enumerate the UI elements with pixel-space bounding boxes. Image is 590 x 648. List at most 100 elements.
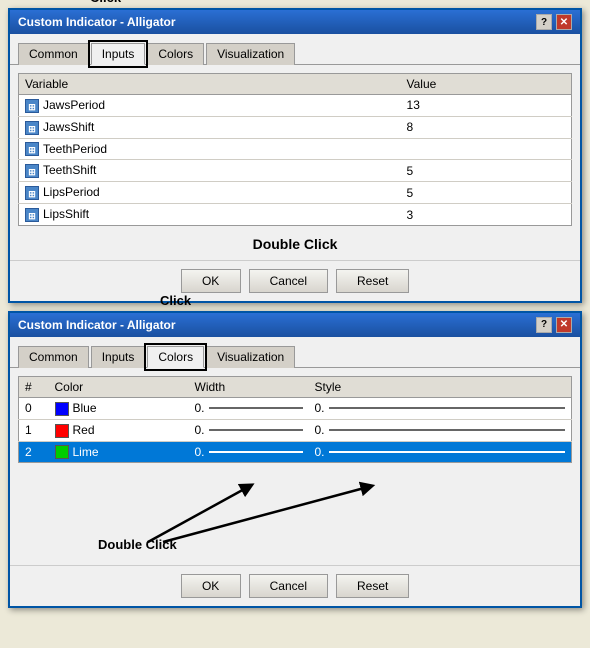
bottom-dialog-window: Custom Indicator - Alligator ? ✕ Common … (8, 311, 582, 608)
color-swatch-red (55, 424, 69, 438)
style-line (329, 407, 565, 409)
color-index: 2 (19, 441, 49, 463)
bottom-dialog: Custom Indicator - Alligator ? ✕ Common … (8, 311, 582, 608)
color-name: Lime (49, 441, 189, 463)
top-dialog: Custom Indicator - Alligator ? ✕ Common … (8, 8, 582, 303)
row-icon: ⊞ (25, 121, 39, 135)
table-row[interactable]: ⊞LipsPeriod 5 (19, 182, 572, 204)
tab-inputs-bottom[interactable]: Inputs (91, 346, 146, 368)
row-value: 8 (401, 116, 572, 138)
top-tabs: Common Inputs Colors Visualization (10, 38, 580, 65)
table-row[interactable]: ⊞JawsPeriod 13 (19, 95, 572, 117)
top-dialog-body: Variable Value ⊞JawsPeriod 13 ⊞JawsShift (10, 65, 580, 260)
col-value-header: Value (401, 74, 572, 95)
bottom-title-buttons: ? ✕ (536, 317, 572, 333)
row-value: 5 (401, 160, 572, 182)
color-width: 0. (189, 397, 309, 419)
top-click-annotation: Click (90, 0, 121, 5)
color-row-1[interactable]: 1 Red 0. 0. (19, 419, 572, 441)
top-title-bar: Custom Indicator - Alligator ? ✕ (10, 10, 580, 34)
row-icon: ⊞ (25, 164, 39, 178)
color-index: 1 (19, 419, 49, 441)
row-variable: ⊞JawsPeriod (19, 95, 401, 117)
row-value (401, 138, 572, 160)
bottom-dialog-body: # Color Width Style 0 Blue 0. (10, 368, 580, 565)
bottom-dialog-title: Custom Indicator - Alligator (18, 318, 176, 332)
top-reset-button[interactable]: Reset (336, 269, 409, 293)
color-index: 0 (19, 397, 49, 419)
width-display: 0. (195, 401, 303, 415)
bottom-tabs: Common Inputs Colors Visualization (10, 341, 580, 368)
row-icon: ⊞ (25, 99, 39, 113)
color-style: 0. (309, 397, 572, 419)
color-row-2[interactable]: 2 Lime 0. 0. (19, 441, 572, 463)
bottom-cancel-button[interactable]: Cancel (249, 574, 328, 598)
row-variable: ⊞TeethPeriod (19, 138, 401, 160)
top-title-buttons: ? ✕ (536, 14, 572, 30)
color-swatch-blue (55, 402, 69, 416)
tab-visualization-bottom[interactable]: Visualization (206, 346, 295, 368)
row-variable: ⊞LipsPeriod (19, 182, 401, 204)
bottom-close-button[interactable]: ✕ (556, 317, 572, 333)
table-row[interactable]: ⊞TeethShift 5 (19, 160, 572, 182)
col-hash-header: # (19, 376, 49, 397)
annotation-area: Double Click (18, 467, 572, 557)
top-dialog-window: Custom Indicator - Alligator ? ✕ Common … (8, 8, 582, 303)
row-icon: ⊞ (25, 186, 39, 200)
top-ok-button[interactable]: OK (181, 269, 241, 293)
tab-colors-top[interactable]: Colors (147, 43, 204, 65)
width-line (209, 407, 303, 409)
top-help-button[interactable]: ? (536, 14, 552, 30)
color-name: Blue (49, 397, 189, 419)
tab-inputs-top[interactable]: Inputs (91, 43, 146, 65)
top-dblclick-label: Double Click (18, 236, 572, 252)
color-style: 0. (309, 419, 572, 441)
top-dialog-title: Custom Indicator - Alligator (18, 15, 176, 29)
top-cancel-button[interactable]: Cancel (249, 269, 328, 293)
col-width-header: Width (189, 376, 309, 397)
row-icon: ⊞ (25, 208, 39, 222)
table-row[interactable]: ⊞TeethPeriod (19, 138, 572, 160)
style-display: 0. (315, 423, 566, 437)
style-display: 0. (315, 445, 566, 459)
bottom-click-annotation: Click (160, 293, 191, 308)
top-close-button[interactable]: ✕ (556, 14, 572, 30)
row-variable: ⊞JawsShift (19, 116, 401, 138)
tab-common-bottom[interactable]: Common (18, 346, 89, 368)
col-color-header: Color (49, 376, 189, 397)
table-row[interactable]: ⊞LipsShift 3 (19, 204, 572, 226)
color-row-0[interactable]: 0 Blue 0. 0. (19, 397, 572, 419)
col-style-header: Style (309, 376, 572, 397)
table-row[interactable]: ⊞JawsShift 8 (19, 116, 572, 138)
width-line (209, 451, 303, 453)
color-style: 0. (309, 441, 572, 463)
row-variable: ⊞TeethShift (19, 160, 401, 182)
color-name: Red (49, 419, 189, 441)
bottom-reset-button[interactable]: Reset (336, 574, 409, 598)
color-swatch-lime (55, 445, 69, 459)
style-line (329, 451, 565, 453)
tab-common-top[interactable]: Common (18, 43, 89, 65)
bottom-dblclick-label: Double Click (98, 537, 177, 552)
style-line (329, 429, 565, 431)
bottom-help-button[interactable]: ? (536, 317, 552, 333)
top-dialog-footer: OK Cancel Reset (10, 260, 580, 301)
bottom-title-bar: Custom Indicator - Alligator ? ✕ (10, 313, 580, 337)
color-width: 0. (189, 441, 309, 463)
bottom-ok-button[interactable]: OK (181, 574, 241, 598)
color-width: 0. (189, 419, 309, 441)
row-icon: ⊞ (25, 142, 39, 156)
row-value: 5 (401, 182, 572, 204)
row-value: 3 (401, 204, 572, 226)
row-variable: ⊞LipsShift (19, 204, 401, 226)
width-display: 0. (195, 423, 303, 437)
tab-visualization-top[interactable]: Visualization (206, 43, 295, 65)
row-value: 13 (401, 95, 572, 117)
style-display: 0. (315, 401, 566, 415)
width-line (209, 429, 303, 431)
colors-table: # Color Width Style 0 Blue 0. (18, 376, 572, 463)
col-variable-header: Variable (19, 74, 401, 95)
bottom-dialog-footer: OK Cancel Reset (10, 565, 580, 606)
tab-colors-bottom[interactable]: Colors (147, 346, 204, 368)
width-display: 0. (195, 445, 303, 459)
